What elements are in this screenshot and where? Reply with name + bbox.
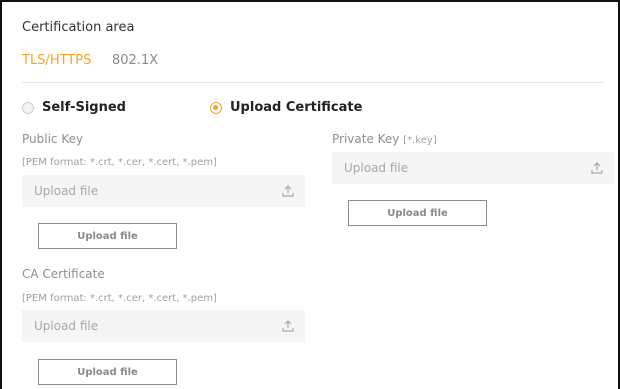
public-key-upload-button[interactable]: Upload file (38, 223, 177, 249)
tab-tls-https[interactable]: TLS/HTTPS (22, 53, 91, 68)
radio-self-signed-label: Self-Signed (42, 100, 126, 115)
public-key-file-placeholder: Upload file (34, 184, 99, 198)
section-divider (22, 82, 604, 83)
private-key-file-input[interactable]: Upload file (332, 152, 614, 184)
ca-certificate-upload-button[interactable]: Upload file (38, 359, 177, 385)
upload-icon[interactable] (281, 184, 295, 198)
upload-icon[interactable] (590, 161, 604, 175)
private-key-file-placeholder: Upload file (344, 161, 409, 175)
public-key-file-input[interactable]: Upload file (22, 175, 305, 207)
upload-icon[interactable] (281, 319, 295, 333)
ca-certificate-format-hint: [PEM format: *.crt, *.cer, *.cert, *.pem… (22, 293, 217, 304)
tab-802-1x[interactable]: 802.1X (112, 53, 158, 68)
radio-self-signed-indicator[interactable] (22, 101, 34, 114)
private-key-label: Private Key [*.key] (332, 132, 437, 146)
radio-upload-certificate-indicator[interactable] (210, 101, 222, 114)
ca-certificate-file-placeholder: Upload file (34, 319, 99, 333)
section-title: Certification area (22, 20, 135, 35)
certification-panel: Certification area TLS/HTTPS 802.1X Self… (0, 0, 620, 389)
public-key-format-hint: [PEM format: *.crt, *.cer, *.cert, *.pem… (22, 157, 217, 168)
ca-certificate-label: CA Certificate (22, 267, 105, 281)
private-key-upload-button[interactable]: Upload file (348, 200, 487, 226)
radio-upload-certificate-label: Upload Certificate (230, 100, 363, 115)
radio-upload-certificate[interactable]: Upload Certificate (210, 100, 362, 115)
public-key-label: Public Key (22, 132, 84, 146)
private-key-label-text: Private Key (332, 132, 400, 146)
private-key-format-hint: [*.key] (403, 135, 437, 146)
radio-self-signed[interactable]: Self-Signed (22, 100, 126, 115)
ca-certificate-file-input[interactable]: Upload file (22, 310, 305, 342)
